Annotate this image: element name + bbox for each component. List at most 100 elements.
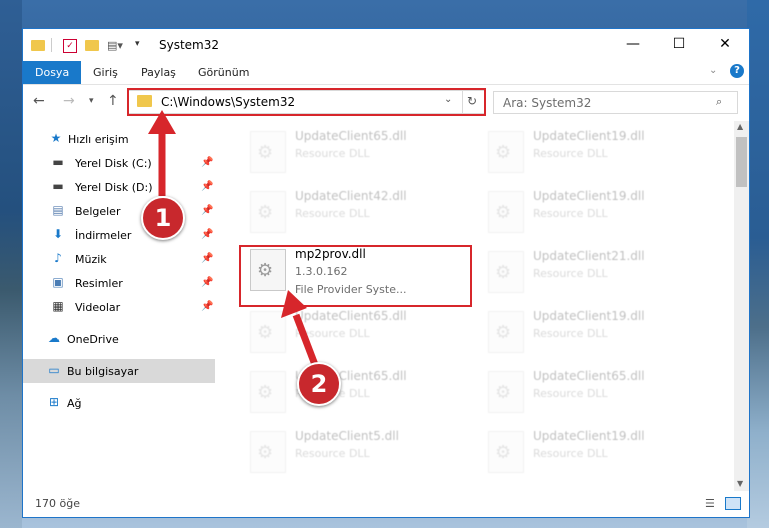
search-icon[interactable]: ⌕ — [716, 95, 722, 109]
sidebar-item-label: Yerel Disk (C:) — [75, 157, 152, 170]
sidebar-item-pictures[interactable]: ▣ Resimler 📌 — [23, 271, 215, 295]
file-item[interactable]: UpdateClient65.dll Resource DLL — [238, 307, 458, 359]
sidebar-item-this-pc[interactable]: ▭ Bu bilgisayar — [23, 359, 215, 383]
step-marker-1: 1 — [141, 196, 185, 240]
forward-button[interactable]: → — [63, 93, 75, 109]
help-icon[interactable]: ? — [730, 64, 744, 78]
scrollbar-thumb[interactable] — [736, 137, 747, 187]
window-title: System32 — [159, 38, 220, 52]
dll-file-icon — [250, 191, 286, 233]
back-button[interactable]: ← — [33, 93, 45, 109]
pin-icon[interactable]: 📌 — [201, 229, 213, 240]
file-description: Resource DLL — [295, 207, 370, 220]
pin-icon[interactable]: 📌 — [201, 181, 213, 192]
explorer-window: ✓ ▤▾ ▾ System32 — ☐ ✕ Dosya Giriş Paylaş… — [22, 28, 750, 518]
sidebar-item-label: Videolar — [75, 301, 121, 314]
file-highlight-box — [239, 245, 472, 307]
view-options-icon[interactable]: ▤▾ — [107, 39, 123, 52]
file-item[interactable]: UpdateClient19.dll Resource DLL — [476, 127, 696, 179]
close-button[interactable]: ✕ — [702, 29, 748, 60]
sidebar-item-quick-access[interactable]: ★ Hızlı erişim — [23, 127, 215, 151]
tab-paylas[interactable]: Paylaş — [141, 61, 176, 84]
file-name: UpdateClient42.dll — [295, 189, 407, 203]
file-description: Resource DLL — [295, 327, 370, 340]
maximize-icon: ☐ — [672, 36, 686, 52]
scroll-down-icon[interactable]: ▼ — [737, 479, 743, 488]
maximize-button[interactable]: ☐ — [656, 29, 702, 60]
sidebar-item-network[interactable]: ⊞ Ağ — [23, 391, 215, 415]
sidebar-item-videos[interactable]: ▦ Videolar 📌 — [23, 295, 215, 319]
ribbon-expand-icon[interactable]: ⌄ — [709, 65, 717, 76]
ribbon: Dosya Giriş Paylaş Görünüm ⌄ ? — [23, 61, 749, 85]
title-bar[interactable]: ✓ ▤▾ ▾ System32 — ☐ ✕ — [23, 29, 749, 61]
properties-icon[interactable]: ✓ — [63, 39, 77, 53]
dll-file-icon — [488, 371, 524, 413]
dll-file-icon — [250, 311, 286, 353]
minimize-button[interactable]: — — [610, 29, 656, 60]
tab-dosya[interactable]: Dosya — [23, 61, 82, 84]
back-arrow-icon: ← — [33, 93, 45, 109]
sidebar-item-label: OneDrive — [67, 333, 119, 346]
file-name: UpdateClient19.dll — [533, 429, 645, 443]
sidebar-item-label: Hızlı erişim — [68, 133, 129, 146]
file-item[interactable]: UpdateClient19.dll Resource DLL — [476, 307, 696, 359]
file-description: Resource DLL — [533, 327, 608, 340]
file-name: UpdateClient21.dll — [533, 249, 645, 263]
cloud-icon: ☁ — [48, 331, 60, 345]
up-arrow-icon: ↑ — [107, 93, 119, 109]
file-item[interactable]: UpdateClient19.dll Resource DLL — [476, 187, 696, 239]
search-placeholder[interactable]: Ara: System32 — [503, 96, 591, 110]
sidebar-item-local-disk-c[interactable]: ▬ Yerel Disk (C:) 📌 — [23, 151, 215, 175]
tab-gorunum[interactable]: Görünüm — [198, 61, 249, 84]
dll-file-icon — [488, 311, 524, 353]
close-icon: ✕ — [719, 36, 731, 52]
details-view-icon[interactable]: ☰ — [705, 497, 715, 510]
file-item[interactable]: UpdateClient19.dll Resource DLL — [476, 427, 696, 479]
file-item[interactable]: UpdateClient21.dll Resource DLL — [476, 247, 696, 299]
sidebar-item-label: İndirmeler — [75, 229, 132, 242]
network-icon: ⊞ — [48, 395, 60, 409]
file-item[interactable]: UpdateClient65.dll Resource DLL — [238, 367, 458, 419]
pin-icon[interactable]: 📌 — [201, 157, 213, 168]
file-item[interactable]: UpdateClient65.dll Resource DLL — [476, 367, 696, 419]
sidebar-item-label: Resimler — [75, 277, 123, 290]
file-description: Resource DLL — [533, 147, 608, 160]
sidebar-item-label: Belgeler — [75, 205, 121, 218]
file-description: Resource DLL — [533, 267, 608, 280]
file-name: UpdateClient19.dll — [533, 309, 645, 323]
forward-arrow-icon: → — [63, 93, 75, 109]
download-icon: ⬇ — [52, 227, 64, 241]
desktop-background-left — [0, 0, 22, 528]
file-item[interactable]: UpdateClient42.dll Resource DLL — [238, 187, 458, 239]
sidebar-item-downloads[interactable]: ⬇ İndirmeler 📌 — [23, 223, 215, 247]
recent-locations-button[interactable]: ▾ — [89, 96, 94, 106]
sidebar-item-local-disk-d[interactable]: ▬ Yerel Disk (D:) 📌 — [23, 175, 215, 199]
search-box[interactable]: Ara: System32 ⌕ — [493, 91, 738, 114]
pin-icon[interactable]: 📌 — [201, 253, 213, 264]
vertical-scrollbar[interactable]: ▲ ▼ — [734, 121, 749, 491]
large-icons-view-icon[interactable] — [725, 497, 741, 510]
sidebar-item-music[interactable]: ♪ Müzik 📌 — [23, 247, 215, 271]
scroll-up-icon[interactable]: ▲ — [737, 122, 743, 131]
drive-icon: ▬ — [52, 179, 64, 193]
dll-file-icon — [250, 431, 286, 473]
sidebar-item-documents[interactable]: ▤ Belgeler 📌 — [23, 199, 215, 223]
item-count: 170 öğe — [35, 497, 80, 510]
file-description: Resource DLL — [295, 447, 370, 460]
customize-toolbar-icon[interactable]: ▾ — [135, 39, 140, 49]
tab-giris[interactable]: Giriş — [93, 61, 118, 84]
pin-icon[interactable]: 📌 — [201, 205, 213, 216]
file-name: UpdateClient19.dll — [533, 129, 645, 143]
sidebar-item-onedrive[interactable]: ☁ OneDrive — [23, 327, 215, 351]
file-name: UpdateClient5.dll — [295, 429, 399, 443]
pin-icon[interactable]: 📌 — [201, 277, 213, 288]
pin-icon[interactable]: 📌 — [201, 301, 213, 312]
new-folder-icon[interactable] — [85, 40, 99, 51]
file-item[interactable]: UpdateClient5.dll Resource DLL — [238, 427, 458, 479]
sidebar-item-label: Ağ — [67, 397, 82, 410]
file-name: UpdateClient65.dll — [295, 309, 407, 323]
dll-file-icon — [488, 431, 524, 473]
file-description: Resource DLL — [533, 447, 608, 460]
up-button[interactable]: ↑ — [107, 93, 119, 109]
file-item[interactable]: UpdateClient65.dll Resource DLL — [238, 127, 458, 179]
